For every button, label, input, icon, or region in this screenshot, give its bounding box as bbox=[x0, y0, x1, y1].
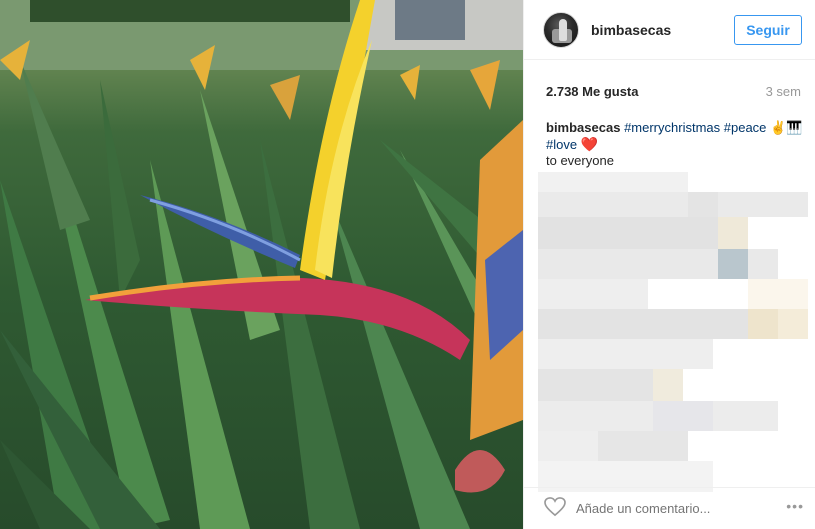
more-options-icon[interactable]: ••• bbox=[786, 498, 804, 514]
post-caption: bimbasecas #merrychristmas #peace ✌🎹 #lo… bbox=[546, 120, 804, 169]
follow-button[interactable]: Seguir bbox=[734, 15, 802, 45]
caption-username[interactable]: bimbasecas bbox=[546, 120, 620, 135]
post-username[interactable]: bimbasecas bbox=[591, 22, 671, 38]
post-header: bimbasecas Seguir bbox=[524, 0, 815, 60]
user-avatar[interactable] bbox=[543, 12, 579, 48]
comment-input[interactable] bbox=[576, 498, 761, 518]
post-time[interactable]: 3 sem bbox=[766, 84, 801, 99]
caption-emoji: ✌🎹 bbox=[770, 120, 803, 135]
heart-emoji: ❤️ bbox=[580, 136, 599, 152]
post-image[interactable] bbox=[0, 0, 523, 529]
bird-of-paradise-photo bbox=[0, 0, 523, 529]
post-sidebar: bimbasecas Seguir 2.738 Me gusta 3 sem b… bbox=[523, 0, 815, 529]
likes-count[interactable]: 2.738 Me gusta bbox=[546, 84, 639, 99]
heart-outline-icon[interactable] bbox=[544, 497, 566, 517]
avatar-person-shape bbox=[559, 19, 567, 41]
caption-text: to everyone bbox=[546, 153, 614, 168]
pixelated-comments bbox=[538, 172, 808, 492]
comment-bar: ••• bbox=[524, 487, 815, 529]
hashtag-peace[interactable]: #peace bbox=[724, 120, 767, 135]
hashtag-love[interactable]: #love bbox=[546, 137, 577, 152]
hashtag-merrychristmas[interactable]: #merrychristmas bbox=[624, 120, 720, 135]
